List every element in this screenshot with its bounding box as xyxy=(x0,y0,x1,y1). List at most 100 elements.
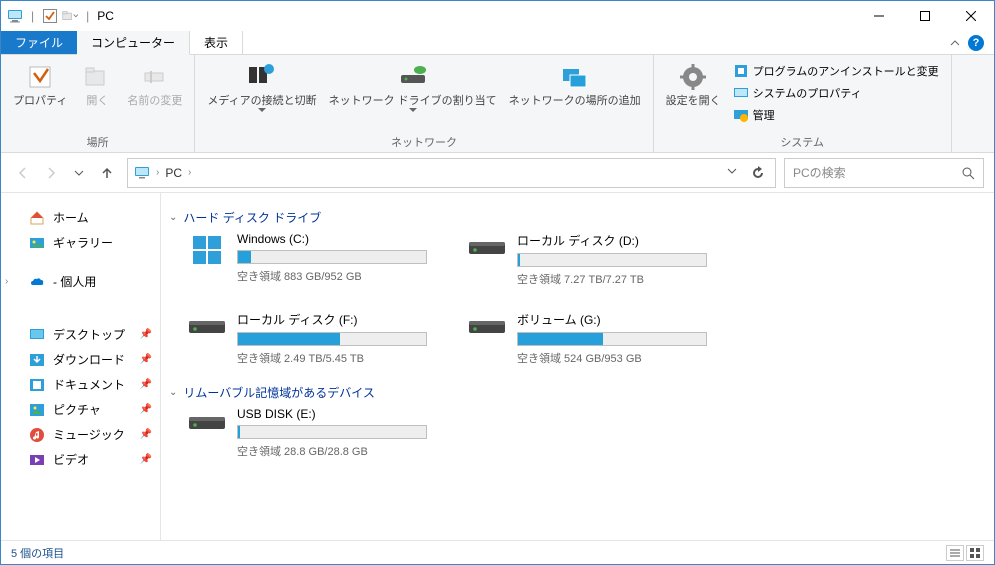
expand-icon[interactable]: › xyxy=(5,276,8,287)
rename-icon xyxy=(139,61,171,93)
rename-label: 名前の変更 xyxy=(127,95,182,108)
manage-icon xyxy=(733,107,749,123)
pin-icon: 📌 xyxy=(140,404,152,415)
settings-label: 設定を開く xyxy=(666,95,721,108)
pin-icon: 📌 xyxy=(140,454,152,465)
drive-item[interactable]: ボリューム (G:)空き領域 524 GB/953 GB xyxy=(467,311,707,366)
ribbon-group-location: プロパティ 開く 名前の変更 場所 xyxy=(1,55,195,152)
rename-button[interactable]: 名前の変更 xyxy=(123,59,186,110)
drive-item[interactable]: ローカル ディスク (F:)空き領域 2.49 TB/5.45 TB xyxy=(187,311,427,366)
pictures-icon xyxy=(29,402,45,418)
address-dropdown-icon[interactable] xyxy=(727,166,737,180)
drive-name: USB DISK (E:) xyxy=(237,407,427,421)
search-input[interactable]: PCの検索 xyxy=(784,158,984,188)
chevron-down-icon: ⌄ xyxy=(169,387,177,398)
ribbon: プロパティ 開く 名前の変更 場所 メディアの接続と切断 ネットワーク ドライブ… xyxy=(1,55,994,153)
titlebar-divider-2: | xyxy=(86,9,89,23)
uninstall-button[interactable]: プログラムのアンインストールと変更 xyxy=(729,61,943,81)
sidebar-item-downloads[interactable]: ダウンロード 📌 xyxy=(1,347,160,372)
drive-item[interactable]: ローカル ディスク (D:) 空き領域 7.27 TB/7.27 TB xyxy=(467,232,707,287)
properties-button[interactable]: プロパティ xyxy=(9,59,71,110)
drive-usage-bar xyxy=(237,250,427,264)
drive-name: Windows (C:) xyxy=(237,232,427,246)
maximize-button[interactable] xyxy=(902,1,948,31)
group-header-hdd[interactable]: ⌄ ハード ディスク ドライブ xyxy=(169,205,986,232)
collapse-ribbon-icon[interactable] xyxy=(950,38,960,48)
pin-icon: 📌 xyxy=(140,429,152,440)
manage-button[interactable]: 管理 xyxy=(729,105,943,125)
group-hdd-label: ハード ディスク ドライブ xyxy=(183,209,321,226)
map-drive-button[interactable]: ネットワーク ドライブの割り当て xyxy=(325,59,501,115)
drive-free-text: 空き領域 524 GB/953 GB xyxy=(517,350,707,366)
help-icon[interactable]: ? xyxy=(968,35,984,51)
drive-icon xyxy=(467,232,507,287)
open-label: 開く xyxy=(86,95,108,108)
tab-computer[interactable]: コンピューター xyxy=(77,31,190,55)
documents-icon xyxy=(29,377,45,393)
group-removable-label: リムーバブル記憶域があるデバイス xyxy=(183,384,375,401)
uninstall-label: プログラムのアンインストールと変更 xyxy=(753,63,939,79)
drive-free-text: 空き領域 7.27 TB/7.27 TB xyxy=(517,271,707,287)
onedrive-icon xyxy=(29,274,45,290)
ribbon-group-location-label: 場所 xyxy=(9,132,186,150)
map-drive-label: ネットワーク ドライブの割り当て xyxy=(329,95,497,108)
view-details-button[interactable] xyxy=(946,545,964,561)
sys-props-button[interactable]: システムのプロパティ xyxy=(729,83,943,103)
recent-dropdown[interactable] xyxy=(71,165,87,181)
sidebar-item-pictures[interactable]: ピクチャ 📌 xyxy=(1,397,160,422)
drive-usage-bar xyxy=(517,332,707,346)
forward-button[interactable] xyxy=(43,165,59,181)
sidebar-documents-label: ドキュメント xyxy=(53,376,125,393)
breadcrumb-sep-0[interactable]: › xyxy=(156,167,159,178)
drive-free-text: 空き領域 2.49 TB/5.45 TB xyxy=(237,350,427,366)
sidebar-item-personal[interactable]: › - 個人用 xyxy=(1,269,160,294)
sidebar: ホーム ギャラリー › - 個人用 デスクトップ 📌 ダウンロード 📌 ドキュメ… xyxy=(1,193,161,540)
search-icon xyxy=(961,166,975,180)
sidebar-item-videos[interactable]: ビデオ 📌 xyxy=(1,447,160,472)
address-bar[interactable]: › PC › xyxy=(127,158,776,188)
breadcrumb-sep-1[interactable]: › xyxy=(188,167,191,178)
manage-label: 管理 xyxy=(753,107,775,123)
tab-file[interactable]: ファイル xyxy=(1,31,77,54)
drive-item[interactable]: Windows (C:)空き領域 883 GB/952 GB xyxy=(187,232,427,287)
ribbon-group-network-label: ネットワーク xyxy=(203,132,644,150)
open-button[interactable]: 開く xyxy=(75,59,119,110)
breadcrumb-pc[interactable]: PC xyxy=(165,166,182,180)
sidebar-gallery-label: ギャラリー xyxy=(53,234,113,251)
sidebar-item-desktop[interactable]: デスクトップ 📌 xyxy=(1,322,160,347)
settings-icon xyxy=(677,61,709,93)
settings-button[interactable]: 設定を開く xyxy=(662,59,725,110)
drive-free-text: 空き領域 28.8 GB/28.8 GB xyxy=(237,443,427,459)
ribbon-group-network: メディアの接続と切断 ネットワーク ドライブの割り当て ネットワークの場所の追加… xyxy=(195,55,653,152)
minimize-button[interactable] xyxy=(856,1,902,31)
sidebar-item-gallery[interactable]: ギャラリー xyxy=(1,230,160,255)
media-button[interactable]: メディアの接続と切断 xyxy=(203,59,320,115)
add-location-label: ネットワークの場所の追加 xyxy=(509,95,641,108)
tab-view[interactable]: 表示 xyxy=(190,31,243,54)
add-location-button[interactable]: ネットワークの場所の追加 xyxy=(505,59,645,110)
back-button[interactable] xyxy=(15,165,31,181)
sidebar-pictures-label: ピクチャ xyxy=(53,401,101,418)
sidebar-item-music[interactable]: ミュージック 📌 xyxy=(1,422,160,447)
group-header-removable[interactable]: ⌄ リムーバブル記憶域があるデバイス xyxy=(169,380,986,407)
ribbon-group-system: 設定を開く プログラムのアンインストールと変更 システムのプロパティ 管理 シス… xyxy=(654,55,952,152)
drive-item[interactable]: USB DISK (E:) 空き領域 28.8 GB/28.8 GB xyxy=(187,407,427,459)
checkbox-icon[interactable] xyxy=(42,8,58,24)
close-button[interactable] xyxy=(948,1,994,31)
sidebar-item-documents[interactable]: ドキュメント 📌 xyxy=(1,372,160,397)
sidebar-music-label: ミュージック xyxy=(53,426,125,443)
sidebar-personal-label: - 個人用 xyxy=(53,273,96,290)
add-location-icon xyxy=(559,61,591,93)
drive-name: ローカル ディスク (D:) xyxy=(517,232,707,249)
refresh-button[interactable] xyxy=(751,166,765,180)
view-tiles-button[interactable] xyxy=(966,545,984,561)
videos-icon xyxy=(29,452,45,468)
uninstall-icon xyxy=(733,63,749,79)
up-button[interactable] xyxy=(99,165,115,181)
drive-usage-bar xyxy=(517,253,707,267)
sidebar-item-home[interactable]: ホーム xyxy=(1,205,160,230)
titlebar: | | PC xyxy=(1,1,994,31)
folder-dropdown-icon[interactable] xyxy=(62,8,78,24)
open-icon xyxy=(81,61,113,93)
pin-icon: 📌 xyxy=(140,329,152,340)
